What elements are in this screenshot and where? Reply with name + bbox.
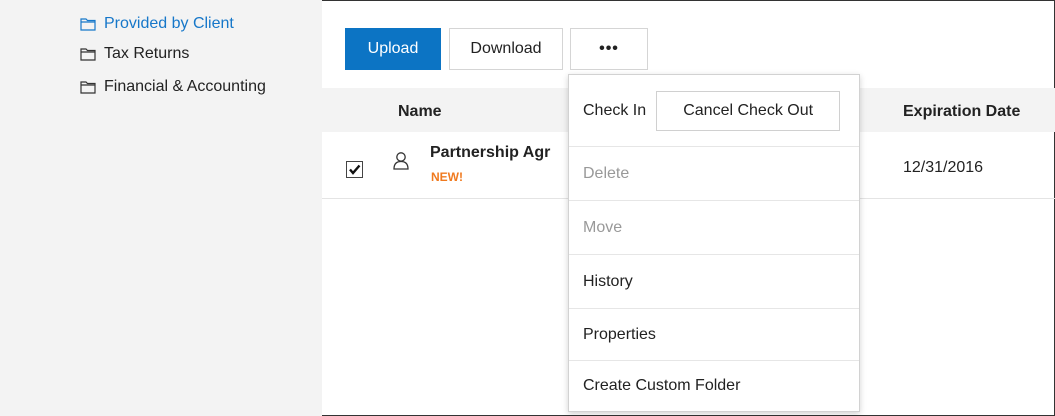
expiration-date: 12/31/2016: [903, 159, 984, 176]
download-button[interactable]: Download: [449, 28, 563, 70]
folder-icon: [80, 48, 96, 61]
check-in-button[interactable]: Check In: [583, 102, 646, 120]
cancel-check-out-button[interactable]: Cancel Check Out: [656, 90, 841, 131]
more-actions-menu: Check In Cancel Check Out Delete Move Hi…: [568, 74, 860, 412]
menu-item-create-custom-folder[interactable]: Create Custom Folder: [569, 361, 859, 411]
more-actions-button[interactable]: •••: [570, 28, 648, 70]
folder-icon: [80, 18, 96, 31]
user-icon: [393, 152, 409, 170]
file-name[interactable]: Partnership Agr: [430, 144, 550, 162]
menu-item-history[interactable]: History: [569, 255, 859, 309]
upload-button[interactable]: Upload: [345, 28, 441, 70]
folder-label: Provided by Client: [104, 15, 234, 32]
row-checkbox[interactable]: [346, 161, 363, 178]
sidebar-folder-financial-accounting[interactable]: Financial & Accounting: [80, 78, 266, 96]
menu-item-move[interactable]: Move: [569, 201, 859, 255]
column-header-name[interactable]: Name: [398, 103, 442, 121]
column-header-expiration-date[interactable]: Expiration Date: [903, 103, 1020, 121]
folder-label: Tax Returns: [104, 45, 190, 62]
folder-icon: [80, 81, 96, 94]
new-badge: NEW!: [431, 170, 463, 184]
sidebar: Provided by Client Tax Returns Financial…: [0, 0, 322, 416]
menu-item-properties[interactable]: Properties: [569, 309, 859, 361]
menu-item-check-group: Check In Cancel Check Out: [569, 75, 859, 147]
folder-label: Financial & Accounting: [104, 78, 266, 95]
checkmark-icon: [349, 164, 361, 175]
sidebar-folder-tax-returns[interactable]: Tax Returns: [80, 45, 189, 63]
menu-item-delete[interactable]: Delete: [569, 147, 859, 201]
sidebar-folder-provided-by-client[interactable]: Provided by Client: [80, 15, 234, 33]
